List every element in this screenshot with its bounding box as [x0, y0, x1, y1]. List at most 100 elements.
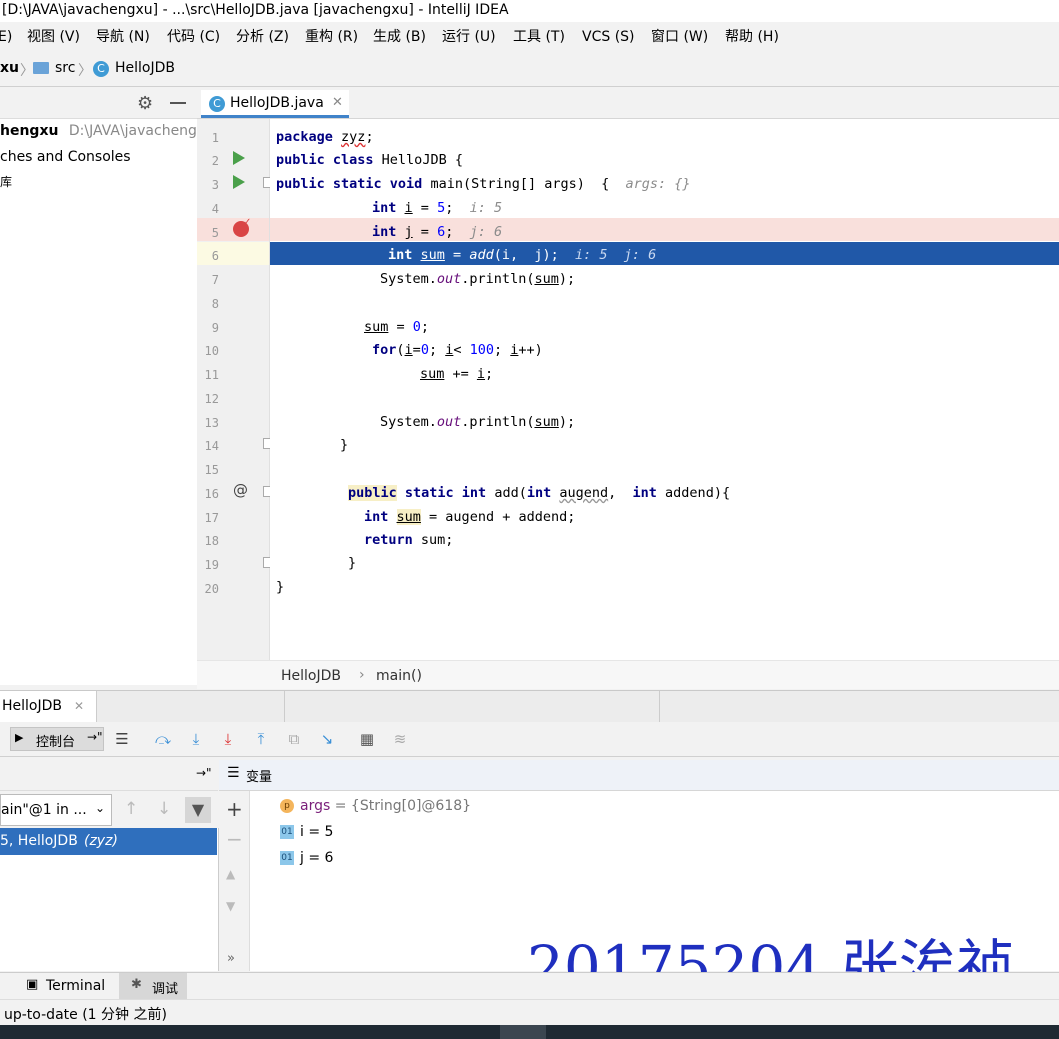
variable-row[interactable]: 01 j = 6	[280, 850, 333, 866]
debug-tab-label: HelloJDB	[2, 698, 62, 714]
terminal-icon: ▣	[26, 977, 39, 992]
divider	[284, 691, 285, 722]
step-out-icon[interactable]: ⤒	[251, 729, 271, 749]
console-label: 控制台	[36, 735, 76, 750]
pin-icon[interactable]: →"	[196, 766, 212, 780]
minimize-icon[interactable]	[170, 102, 186, 104]
code-editor[interactable]: package zyz; public class HelloJDB { pub…	[270, 119, 1059, 660]
menu-build[interactable]: 生成 (B)	[373, 28, 426, 46]
pin-icon: →"	[87, 730, 103, 744]
more-icon[interactable]: »	[227, 951, 235, 966]
tool-window-tabs: ▣ Terminal ✱ 调试	[0, 972, 1059, 999]
code-line-9: sum = 0;	[364, 319, 430, 335]
code-line-1: package zyz;	[276, 129, 374, 145]
class-icon: C	[209, 96, 225, 112]
line-number: 1	[211, 131, 219, 145]
nav-project[interactable]: xu	[0, 60, 19, 76]
tree-item-scratches[interactable]: ches and Consoles	[0, 149, 131, 165]
tree-item-project[interactable]: hengxu D:\JAVA\javacheng	[0, 123, 197, 139]
menu-help[interactable]: 帮助 (H)	[725, 28, 779, 46]
thread-selector[interactable]: ain"@1 in ... ⌄	[0, 794, 112, 826]
variables-title: 变量	[246, 770, 273, 785]
editor-tab-label: HelloJDB.java	[230, 95, 324, 111]
debug-toolbar: ▶ 控制台 →" ☰ ⤼ ⤓ ⤓ ⤒ ⧉ ↘ ▦ ≋	[0, 722, 1059, 757]
remove-watch-icon[interactable]: −	[226, 827, 243, 851]
menu-view[interactable]: 视图 (V)	[27, 28, 80, 46]
status-bar: up-to-date (1 分钟 之前)	[0, 999, 1059, 1026]
debug-tab[interactable]: ✱ 调试	[119, 973, 187, 999]
evaluate-icon[interactable]: ▦	[357, 729, 377, 749]
line-number: 20	[204, 582, 219, 596]
menu-analyze[interactable]: 分析 (Z)	[236, 28, 289, 46]
variable-row[interactable]: p args = {String[0]@618}	[280, 798, 471, 814]
menu-vcs[interactable]: VCS (S)	[582, 28, 635, 46]
breadcrumb-method[interactable]: main()	[376, 668, 422, 684]
primitive-icon: 01	[280, 851, 294, 865]
arrow-up-icon[interactable]: ↑	[124, 799, 138, 819]
line-number: 19	[204, 558, 219, 572]
arrow-down-icon[interactable]: ↓	[157, 799, 171, 819]
menu-icon[interactable]: ☰	[112, 729, 132, 749]
debug-tab-hellojdb[interactable]: HelloJDB ✕	[0, 691, 97, 722]
line-number: 2	[211, 154, 219, 168]
step-into-icon[interactable]: ⤓	[186, 729, 206, 749]
close-icon[interactable]: ✕	[332, 95, 343, 110]
status-text: up-to-date (1 分钟 之前)	[4, 1007, 167, 1023]
menu-tools[interactable]: 工具 (T)	[513, 28, 565, 46]
project-tree: hengxu D:\JAVA\javacheng ches and Consol…	[0, 119, 197, 685]
code-line-4: int i = 5; i: 5	[372, 200, 503, 216]
console-tab[interactable]: ▶ 控制台 →"	[10, 727, 104, 751]
menu-edit[interactable]: E)	[0, 28, 12, 46]
line-number: 9	[211, 321, 219, 335]
primitive-icon: 01	[280, 825, 294, 839]
console-icon: ▶	[15, 731, 24, 744]
menu-window[interactable]: 窗口 (W)	[651, 28, 708, 46]
force-step-into-icon[interactable]: ⤓	[218, 729, 238, 749]
menu-bar: E) 视图 (V) 导航 (N) 代码 (C) 分析 (Z) 重构 (R) 生成…	[0, 24, 1059, 50]
move-down-icon[interactable]: ▼	[226, 899, 235, 913]
taskbar-active-app[interactable]	[500, 1025, 546, 1039]
trace-icon[interactable]: ≋	[390, 729, 410, 749]
code-line-6: int sum = add(i, j); i: 5 j: 6	[388, 247, 657, 263]
terminal-tab[interactable]: ▣ Terminal	[22, 976, 114, 998]
variable-value: = {String[0]@618}	[334, 798, 472, 814]
code-line-14: }	[340, 437, 349, 453]
window-title-bar: [D:\JAVA\javachengxu] - ...\src\HelloJDB…	[0, 0, 1059, 22]
step-over-icon[interactable]: ⤼	[153, 729, 173, 749]
menu-run[interactable]: 运行 (U)	[442, 28, 496, 46]
variable-row[interactable]: 01 i = 5	[280, 824, 333, 840]
project-root-name: hengxu	[0, 123, 59, 139]
filter-icon[interactable]: ▼	[185, 797, 211, 823]
line-number: 16	[204, 487, 219, 501]
frame-row-selected[interactable]: 5, HelloJDB (zyz)	[0, 828, 217, 855]
editor-breadcrumb: HelloJDB › main()	[197, 660, 1059, 689]
close-icon[interactable]: ✕	[74, 699, 84, 713]
run-to-cursor-icon[interactable]: ↘	[317, 729, 337, 749]
bug-icon: ✱	[131, 977, 142, 992]
run-icon[interactable]	[233, 175, 245, 189]
nav-file[interactable]: HelloJDB	[115, 60, 175, 76]
menu-navigate[interactable]: 导航 (N)	[96, 28, 150, 46]
nav-src[interactable]: src	[55, 60, 75, 76]
add-watch-icon[interactable]: +	[226, 797, 243, 821]
tree-item-libraries[interactable]: 库	[0, 173, 12, 190]
code-line-11: sum += i;	[420, 366, 494, 382]
code-line-20: }	[276, 579, 285, 595]
line-number: 7	[211, 273, 219, 287]
code-line-13: System.out.println(sum);	[380, 414, 576, 430]
override-icon[interactable]: @	[233, 481, 248, 499]
move-up-icon[interactable]: ▲	[226, 867, 235, 881]
editor-tab-hellojdb[interactable]: C HelloJDB.java ✕	[201, 90, 349, 118]
gear-icon[interactable]: ⚙	[137, 93, 153, 114]
chevron-right-icon: 〉	[20, 63, 34, 79]
run-icon[interactable]	[233, 151, 245, 165]
code-line-3: public static void main(String[] args) {…	[276, 176, 691, 192]
breadcrumb-separator: ›	[359, 667, 365, 683]
menu-refactor[interactable]: 重构 (R)	[305, 28, 358, 46]
line-number: 5	[211, 226, 219, 240]
breadcrumb-class[interactable]: HelloJDB	[281, 668, 341, 684]
variables-sidebar: + − ▲ ▼ »	[219, 791, 250, 971]
drop-frame-icon[interactable]: ⧉	[284, 729, 304, 749]
menu-code[interactable]: 代码 (C)	[167, 28, 220, 46]
list-icon: ☰	[227, 765, 240, 781]
